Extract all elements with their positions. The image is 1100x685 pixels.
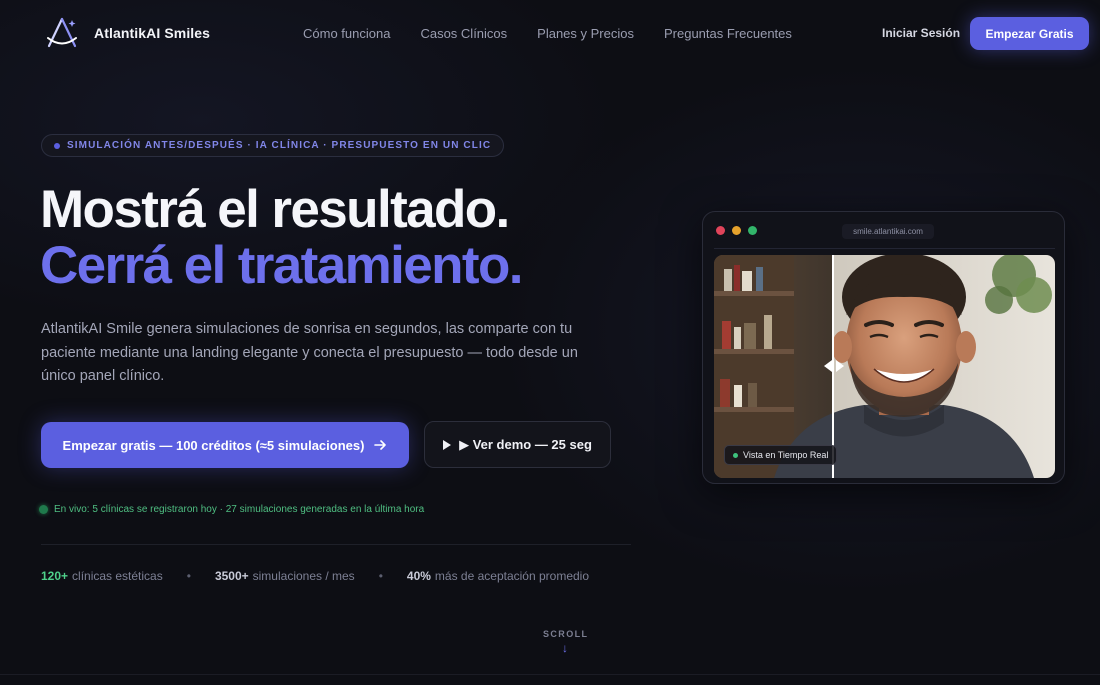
- stat-label: clínicas estéticas: [72, 569, 163, 583]
- stat-label: más de aceptación promedio: [434, 569, 590, 583]
- realtime-view-badge: Vista en Tiempo Real: [724, 445, 838, 465]
- window-divider: [714, 248, 1055, 249]
- live-activity: En vivo: 5 clínicas se registraron hoy ·…: [39, 504, 424, 515]
- stat-value: 40%: [406, 569, 431, 583]
- headline-line-1: Mostrá el resultado.: [40, 180, 510, 239]
- badge-text: SIMULACIÓN ANTES/DESPUÉS · IA CLÍNICA · …: [67, 140, 492, 151]
- live-dot-icon: [39, 505, 48, 514]
- section-divider: [0, 674, 1100, 675]
- login-link[interactable]: Iniciar Sesión: [882, 26, 960, 40]
- maximize-dot-icon: [748, 226, 757, 235]
- brand-name: AtlantikAI Smiles: [94, 25, 211, 41]
- start-free-credits-label: Empezar gratis — 100 créditos (≈5 simula…: [62, 437, 365, 453]
- stat-separator: •: [378, 569, 383, 583]
- window-controls: [716, 226, 757, 235]
- arrow-right-icon: [374, 440, 387, 450]
- start-free-button[interactable]: Empezar Gratis: [970, 17, 1089, 50]
- hero-headline: Mostrá el resultado. Cerrá el tratamient…: [40, 180, 523, 295]
- badge-dot-icon: [54, 142, 60, 149]
- watch-demo-button[interactable]: ▶ Ver demo — 25 seg: [424, 421, 611, 468]
- nav-link-preguntas-frecuentes[interactable]: Preguntas Frecuentes: [664, 26, 792, 41]
- before-after-photo[interactable]: Vista en Tiempo Real: [714, 255, 1055, 478]
- compare-slider-handle[interactable]: [818, 346, 850, 386]
- arrow-down-icon: ↓: [562, 641, 568, 655]
- scroll-indicator[interactable]: SCROLL ↓: [543, 629, 587, 655]
- atlantik-logo-icon: [47, 17, 77, 48]
- minimize-dot-icon: [732, 226, 741, 235]
- stat-value: 120+: [41, 569, 69, 583]
- live-activity-text: En vivo: 5 clínicas se registraron hoy ·…: [54, 504, 425, 515]
- stat-label: simulaciones / mes: [252, 569, 355, 583]
- stat-value: 3500+: [214, 569, 249, 583]
- stats-row: 120+ clínicas estéticas • 3500+ simulaci…: [41, 569, 589, 583]
- stat-separator: •: [186, 569, 191, 583]
- live-dot-icon: [733, 452, 738, 458]
- nav-link-casos-clinicos[interactable]: Casos Clínicos: [420, 26, 507, 41]
- headline-line-2: Cerrá el tratamiento.: [40, 236, 523, 295]
- nav-links: Cómo funciona Casos Clínicos Planes y Pr…: [303, 26, 792, 41]
- brand-logo[interactable]: AtlantikAI Smiles: [44, 16, 210, 50]
- preview-url: smile.atlantikai.com: [842, 224, 934, 239]
- watch-demo-label: ▶ Ver demo — 25 seg: [459, 436, 592, 452]
- preview-window: smile.atlantikai.com Vista en Tiempo Rea…: [702, 211, 1065, 484]
- arrow-right-icon: [836, 360, 844, 372]
- realtime-view-label: Vista en Tiempo Real: [743, 450, 829, 460]
- play-icon: [443, 439, 452, 450]
- close-dot-icon: [716, 226, 725, 235]
- stats-divider: [41, 544, 631, 545]
- nav-link-planes-precios[interactable]: Planes y Precios: [537, 26, 634, 41]
- arrow-left-icon: [824, 360, 832, 372]
- hero-badge: SIMULACIÓN ANTES/DESPUÉS · IA CLÍNICA · …: [41, 134, 505, 157]
- top-navigation: AtlantikAI Smiles Cómo funciona Casos Cl…: [0, 0, 1100, 68]
- nav-link-como-funciona[interactable]: Cómo funciona: [303, 26, 390, 41]
- hero-description: AtlantikAI Smile genera simulaciones de …: [41, 321, 578, 384]
- start-free-credits-button[interactable]: Empezar gratis — 100 créditos (≈5 simula…: [41, 422, 409, 468]
- scroll-label: SCROLL: [543, 629, 589, 639]
